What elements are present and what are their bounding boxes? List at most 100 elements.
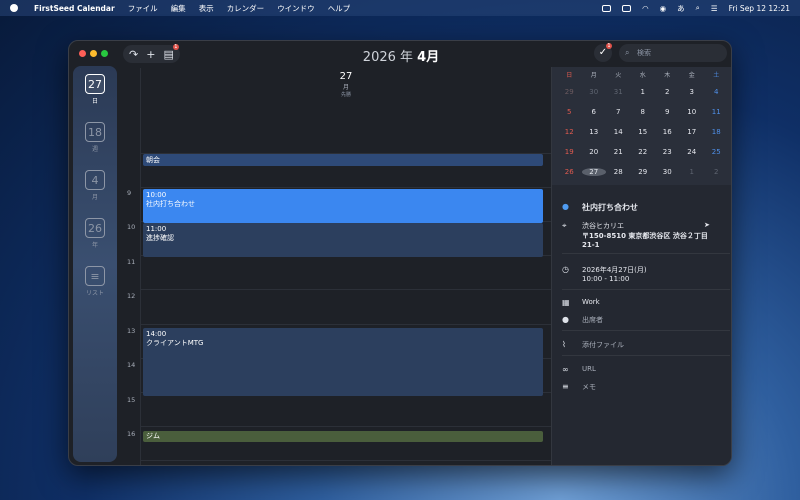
menu-view[interactable]: 表示 bbox=[199, 3, 214, 14]
mini-day[interactable]: 19 bbox=[557, 148, 582, 156]
divider bbox=[562, 355, 730, 356]
menu-file[interactable]: ファイル bbox=[128, 3, 158, 14]
mini-calendar-weekdays: 日 月 火 水 木 金 土 bbox=[557, 70, 729, 79]
mini-day[interactable]: 20 bbox=[582, 148, 607, 156]
sidebar-item-week[interactable]: 18 週 bbox=[73, 122, 117, 153]
mini-day[interactable]: 4 bbox=[704, 88, 729, 96]
mini-day[interactable]: 5 bbox=[557, 108, 582, 116]
list-view-icon: ≡ bbox=[85, 266, 105, 286]
menu-clock[interactable]: Fri Sep 12 12:21 bbox=[729, 4, 790, 13]
note-lines-icon: ≡ bbox=[562, 382, 569, 391]
weekday-label: 水 bbox=[639, 72, 646, 79]
event-time: 11:00 bbox=[146, 225, 167, 233]
url-field[interactable]: URL bbox=[582, 365, 596, 373]
mini-day[interactable]: 17 bbox=[680, 128, 705, 136]
menu-app-name[interactable]: FirstSeed Calendar bbox=[34, 4, 115, 13]
hour-line bbox=[141, 324, 551, 325]
event-block[interactable]: 11:00 進捗確認 bbox=[143, 223, 543, 257]
menu-help[interactable]: ヘルプ bbox=[328, 3, 351, 14]
mini-day[interactable]: 31 bbox=[606, 88, 631, 96]
sidebar-item-year[interactable]: 26 年 bbox=[73, 218, 117, 249]
battery-icon[interactable] bbox=[622, 4, 632, 12]
weekday-label: 金 bbox=[688, 72, 695, 79]
weekday-label: 土 bbox=[713, 72, 720, 79]
mini-day[interactable]: 18 bbox=[704, 128, 729, 136]
menu-bar: FirstSeed Calendar ファイル 編集 表示 カレンダー ウインド… bbox=[0, 0, 800, 16]
location-address-2: 21-1 bbox=[582, 241, 600, 249]
mini-day[interactable]: 29 bbox=[557, 88, 582, 96]
sidebar-item-list[interactable]: ≡ リスト bbox=[73, 266, 117, 297]
wifi-icon[interactable]: ◠ bbox=[642, 4, 649, 13]
mini-day[interactable]: 30 bbox=[655, 168, 680, 176]
calendar-name[interactable]: Work bbox=[582, 298, 600, 306]
mini-day[interactable]: 2 bbox=[655, 88, 680, 96]
menu-window[interactable]: ウインドウ bbox=[277, 3, 315, 14]
event-time: 10:00 bbox=[146, 191, 167, 199]
time-grid[interactable]: 9 10 11 12 13 14 15 16 17 bbox=[121, 118, 551, 465]
divider bbox=[562, 330, 730, 331]
mini-day[interactable]: 28 bbox=[606, 168, 631, 176]
event-block-selected[interactable]: 10:00 社内打ち合わせ bbox=[143, 189, 543, 223]
mini-day[interactable]: 30 bbox=[582, 88, 607, 96]
mini-day[interactable]: 11 bbox=[704, 108, 729, 116]
apple-icon[interactable] bbox=[10, 4, 18, 12]
input-method-icon[interactable]: あ bbox=[677, 3, 685, 14]
view-sidebar: 27 日 18 週 4 月 26 年 ≡ リスト bbox=[73, 66, 117, 462]
mini-day[interactable]: 16 bbox=[655, 128, 680, 136]
mini-day[interactable]: 24 bbox=[680, 148, 705, 156]
control-center-icon[interactable]: ☰ bbox=[711, 4, 718, 13]
event-block[interactable]: ジム bbox=[143, 431, 543, 442]
mini-day[interactable]: 1 bbox=[680, 168, 705, 176]
mini-day[interactable]: 15 bbox=[631, 128, 656, 136]
mini-calendar-week: 5 6 7 8 9 10 11 bbox=[557, 108, 729, 116]
event-block[interactable]: 朝会 bbox=[143, 154, 543, 166]
mini-day-selected[interactable]: 27 bbox=[581, 168, 606, 176]
event-title: 社内打ち合わせ bbox=[146, 200, 195, 208]
search-input[interactable]: ⌕ 検索 bbox=[619, 44, 727, 62]
event-time: 14:00 bbox=[146, 330, 167, 338]
mini-day[interactable]: 8 bbox=[631, 108, 656, 116]
event-block[interactable]: 14:00 クライアントMTG bbox=[143, 328, 543, 396]
mini-day[interactable]: 22 bbox=[631, 148, 656, 156]
link-icon: ∞ bbox=[562, 365, 569, 374]
title-month: 4月 bbox=[417, 50, 440, 65]
mini-day[interactable]: 25 bbox=[704, 148, 729, 156]
mini-day[interactable]: 1 bbox=[631, 88, 656, 96]
location-name[interactable]: 渋谷ヒカリエ bbox=[582, 221, 624, 231]
detail-title[interactable]: 社内打ち合わせ bbox=[582, 202, 638, 213]
attendees-field[interactable]: 出席者 bbox=[582, 315, 603, 325]
day-number: 27 bbox=[339, 71, 353, 82]
calendar-status-icon[interactable] bbox=[602, 4, 612, 12]
mini-day[interactable]: 26 bbox=[557, 168, 582, 176]
check-button[interactable]: ✓ 1 bbox=[594, 43, 612, 62]
month-view-icon: 4 bbox=[85, 170, 105, 190]
navigation-arrow-icon[interactable]: ➤ bbox=[704, 221, 710, 229]
user-icon[interactable]: ◉ bbox=[660, 4, 667, 13]
mini-day[interactable]: 23 bbox=[655, 148, 680, 156]
menu-calendar[interactable]: カレンダー bbox=[227, 3, 265, 14]
sidebar-item-month[interactable]: 4 月 bbox=[73, 170, 117, 201]
hour-line bbox=[141, 426, 551, 427]
mini-day[interactable]: 9 bbox=[655, 108, 680, 116]
mini-day[interactable]: 10 bbox=[680, 108, 705, 116]
mini-day[interactable]: 12 bbox=[557, 128, 582, 136]
search-icon[interactable]: ⌕ bbox=[696, 3, 700, 13]
menu-edit[interactable]: 編集 bbox=[171, 3, 186, 14]
calendar-icon: ▦ bbox=[562, 298, 570, 307]
mini-day[interactable]: 21 bbox=[606, 148, 631, 156]
person-icon: ● bbox=[562, 315, 569, 324]
calendar-window: 27 日 18 週 4 月 26 年 ≡ リスト ↷ + ▤ 1 2026 年 4… bbox=[68, 40, 732, 466]
mini-day[interactable]: 13 bbox=[582, 128, 607, 136]
mini-day[interactable]: 7 bbox=[606, 108, 631, 116]
sidebar-item-day[interactable]: 27 日 bbox=[73, 74, 117, 105]
hour-label: 16 bbox=[127, 430, 136, 438]
mini-day[interactable]: 3 bbox=[680, 88, 705, 96]
event-date[interactable]: 2026年4月27日(月) bbox=[582, 265, 647, 275]
mini-day[interactable]: 29 bbox=[631, 168, 656, 176]
mini-day[interactable]: 14 bbox=[606, 128, 631, 136]
mini-day[interactable]: 6 bbox=[582, 108, 607, 116]
attachment-field[interactable]: 添付ファイル bbox=[582, 340, 624, 350]
mini-day[interactable]: 2 bbox=[704, 168, 729, 176]
memo-field[interactable]: メモ bbox=[582, 382, 596, 392]
event-time-range[interactable]: 10:00 - 11:00 bbox=[582, 275, 629, 283]
